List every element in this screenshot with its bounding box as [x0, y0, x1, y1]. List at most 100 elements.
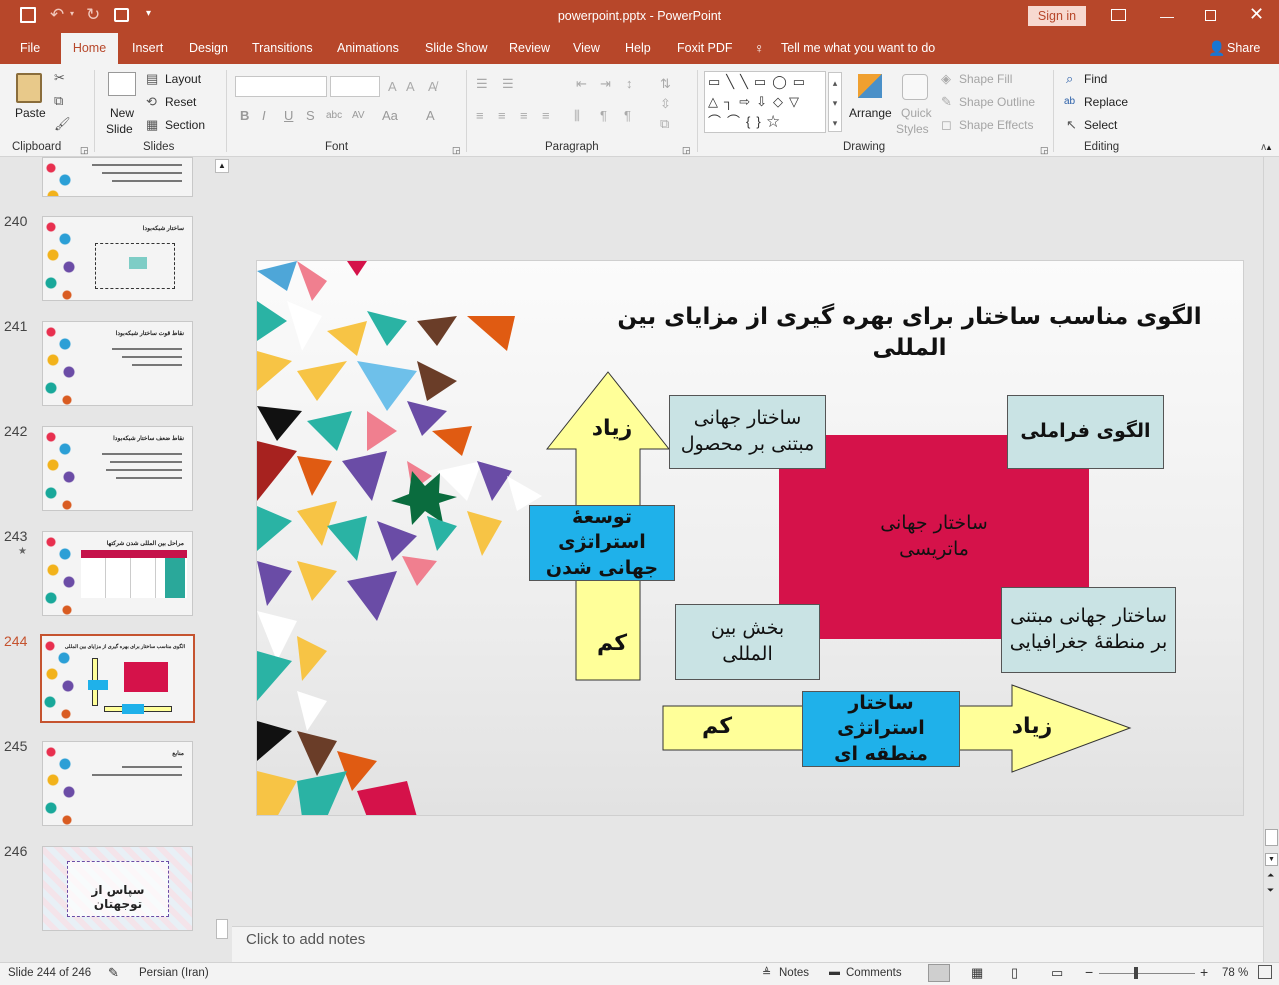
bold-icon[interactable]: B — [240, 108, 249, 124]
paste-button[interactable]: Paste — [15, 106, 46, 120]
scroll-down-icon[interactable]: ▼ — [1265, 853, 1278, 866]
new-slide-icon[interactable] — [108, 72, 136, 96]
justify-icon[interactable]: ≡ — [542, 108, 550, 124]
arrange-icon[interactable] — [858, 74, 882, 98]
text-direction-icon[interactable]: ⇅ — [660, 76, 671, 92]
tab-animations[interactable]: Animations — [337, 33, 399, 64]
tab-design[interactable]: Design — [189, 33, 228, 64]
next-slide-icon[interactable]: ⏷ — [1267, 885, 1274, 896]
spell-check-icon[interactable]: ✎ — [108, 965, 119, 981]
align-left-icon[interactable]: ≡ — [476, 108, 484, 124]
restore-icon[interactable] — [1205, 10, 1216, 21]
close-icon[interactable]: ✕ — [1249, 4, 1264, 25]
geographic-structure-box[interactable]: ساختار جهانی مبتنی بر منطقهٔ جغرافیایی — [1001, 587, 1176, 673]
slide-thumbnail-242[interactable]: نقاط ضعف ساختار شبکه‌بودا — [42, 426, 193, 511]
rtl-icon[interactable]: ¶ — [600, 108, 607, 124]
slide-thumbnail-244[interactable]: الگوی مناسب ساختار برای بهره گیری از مزا… — [40, 634, 195, 723]
notes-pane[interactable]: Click to add notes — [232, 926, 1263, 962]
ltr-icon[interactable]: ¶ — [624, 108, 631, 124]
new-slide-button-line2[interactable]: Slide — [106, 122, 133, 136]
font-size-select[interactable] — [330, 76, 380, 97]
normal-view-icon[interactable] — [928, 964, 950, 982]
italic-icon[interactable]: I — [262, 108, 266, 124]
font-launcher-icon[interactable]: ◲ — [452, 142, 461, 158]
shapes-more-icon[interactable]: ▴ ▾ ▾ — [828, 72, 842, 132]
replace-icon[interactable]: ab — [1064, 94, 1075, 110]
clear-format-icon[interactable]: A̸ — [428, 79, 437, 95]
numbering-icon[interactable]: ☰ — [502, 76, 514, 92]
shadow-icon[interactable]: S — [306, 108, 315, 124]
paragraph-launcher-icon[interactable]: ◲ — [682, 142, 691, 158]
replace-button[interactable]: Replace — [1084, 95, 1128, 109]
language-indicator[interactable]: Persian (Iran) — [139, 967, 209, 979]
align-text-icon[interactable]: ⇳ — [660, 96, 671, 112]
decrease-font-icon[interactable]: A — [406, 79, 415, 95]
slide-thumbnail-245[interactable]: منابع — [42, 741, 193, 826]
scroll-up-icon[interactable]: ▲ — [215, 159, 229, 173]
notes-button[interactable]: Notes — [779, 967, 809, 979]
arrange-button[interactable]: Arrange — [849, 106, 892, 120]
scroll-up-icon[interactable]: ▲ — [1265, 143, 1273, 152]
tab-home[interactable]: Home — [61, 33, 118, 64]
zoom-in-icon[interactable]: + — [1200, 964, 1208, 980]
quick-styles-button[interactable]: Quick — [901, 106, 932, 120]
slide-thumbnail-239[interactable] — [42, 157, 193, 197]
zoom-out-icon[interactable]: − — [1085, 964, 1093, 980]
format-painter-icon[interactable]: 🖌 — [54, 116, 71, 132]
increase-font-icon[interactable]: A — [388, 79, 397, 95]
section-button[interactable]: Section — [165, 118, 205, 132]
tell-me-search[interactable]: Tell me what you want to do — [781, 33, 935, 64]
increase-indent-icon[interactable]: ⇥ — [600, 76, 611, 92]
tab-view[interactable]: View — [573, 33, 600, 64]
slide-thumbnail-240[interactable]: ساختار شبکه‌بودا — [42, 216, 193, 301]
font-color-icon[interactable]: A — [426, 108, 435, 124]
shape-effects-button[interactable]: Shape Effects — [959, 118, 1034, 132]
reading-view-icon[interactable]: ▯ — [1011, 965, 1018, 981]
font-family-select[interactable] — [235, 76, 327, 97]
copy-icon[interactable]: ⧉ — [54, 93, 63, 109]
product-structure-box[interactable]: ساختار جهانی مبتنی بر محصول — [669, 395, 826, 469]
smartart-icon[interactable]: ⧉ — [660, 116, 669, 132]
slide-title[interactable]: الگوی مناسب ساختار برای بهره گیری از مزا… — [607, 304, 1212, 361]
shapes-gallery[interactable]: ▭╲╲▭◯▭ △┐⇨⇩◇▽ ⌒⌒{}☆ — [704, 71, 826, 133]
notes-placeholder[interactable]: Click to add notes — [246, 931, 365, 948]
bullets-icon[interactable]: ☰ — [476, 76, 488, 92]
previous-slide-icon[interactable]: ⏶ — [1267, 870, 1274, 881]
char-spacing-icon[interactable]: AV — [352, 108, 365, 124]
ribbon-display-options-icon[interactable] — [1111, 9, 1126, 21]
shape-effects-icon[interactable]: ◻ — [941, 117, 952, 133]
section-icon[interactable]: ▦ — [146, 117, 158, 133]
slide-thumbnail-243[interactable]: مراحل بین المللی شدن شرکتها — [42, 531, 193, 616]
shape-outline-icon[interactable]: ✎ — [941, 94, 952, 110]
tab-insert[interactable]: Insert — [132, 33, 163, 64]
slide-thumbnail-241[interactable]: نقاط قوت ساختار شبکه‌بودا — [42, 321, 193, 406]
fit-slide-icon[interactable] — [1258, 965, 1272, 979]
columns-icon[interactable]: ⫼ — [574, 108, 580, 124]
comments-icon[interactable]: ▬ — [829, 966, 840, 978]
minimize-icon[interactable]: — — [1160, 8, 1174, 24]
select-button[interactable]: Select — [1084, 118, 1117, 132]
underline-icon[interactable]: U — [284, 108, 293, 124]
zoom-level[interactable]: 78 % — [1222, 967, 1248, 979]
new-slide-button[interactable]: New — [110, 106, 134, 120]
editor-scrollbar[interactable]: ▲ ▼ ⏶ ⏷ — [1263, 143, 1279, 962]
zoom-slider-thumb[interactable] — [1134, 967, 1138, 979]
layout-button[interactable]: Layout — [165, 72, 201, 86]
slide-thumbnail-246[interactable]: سپاس از توجهتان — [42, 846, 193, 931]
change-case-icon[interactable]: Aa — [382, 108, 398, 124]
slide-sorter-icon[interactable]: ▦ — [971, 965, 983, 981]
strikethrough-icon[interactable]: abc — [326, 108, 342, 124]
scroll-thumb[interactable] — [1265, 829, 1278, 846]
clipboard-launcher-icon[interactable]: ◲ — [80, 142, 89, 158]
reset-icon[interactable]: ⟲ — [146, 94, 157, 110]
decrease-indent-icon[interactable]: ⇤ — [576, 76, 587, 92]
cut-icon[interactable]: ✂ — [54, 70, 65, 86]
global-strategy-axis-box[interactable]: توسعهٔ استراتژی جهانی شدن — [529, 505, 675, 581]
align-right-icon[interactable]: ≡ — [520, 108, 528, 124]
scroll-thumb[interactable] — [216, 919, 228, 939]
shape-outline-button[interactable]: Shape Outline — [959, 95, 1035, 109]
international-division-box[interactable]: بخش بین المللی — [675, 604, 820, 680]
drawing-launcher-icon[interactable]: ◲ — [1040, 142, 1049, 158]
notes-icon[interactable]: ≜ — [762, 966, 771, 979]
select-icon[interactable]: ↖ — [1066, 117, 1077, 133]
